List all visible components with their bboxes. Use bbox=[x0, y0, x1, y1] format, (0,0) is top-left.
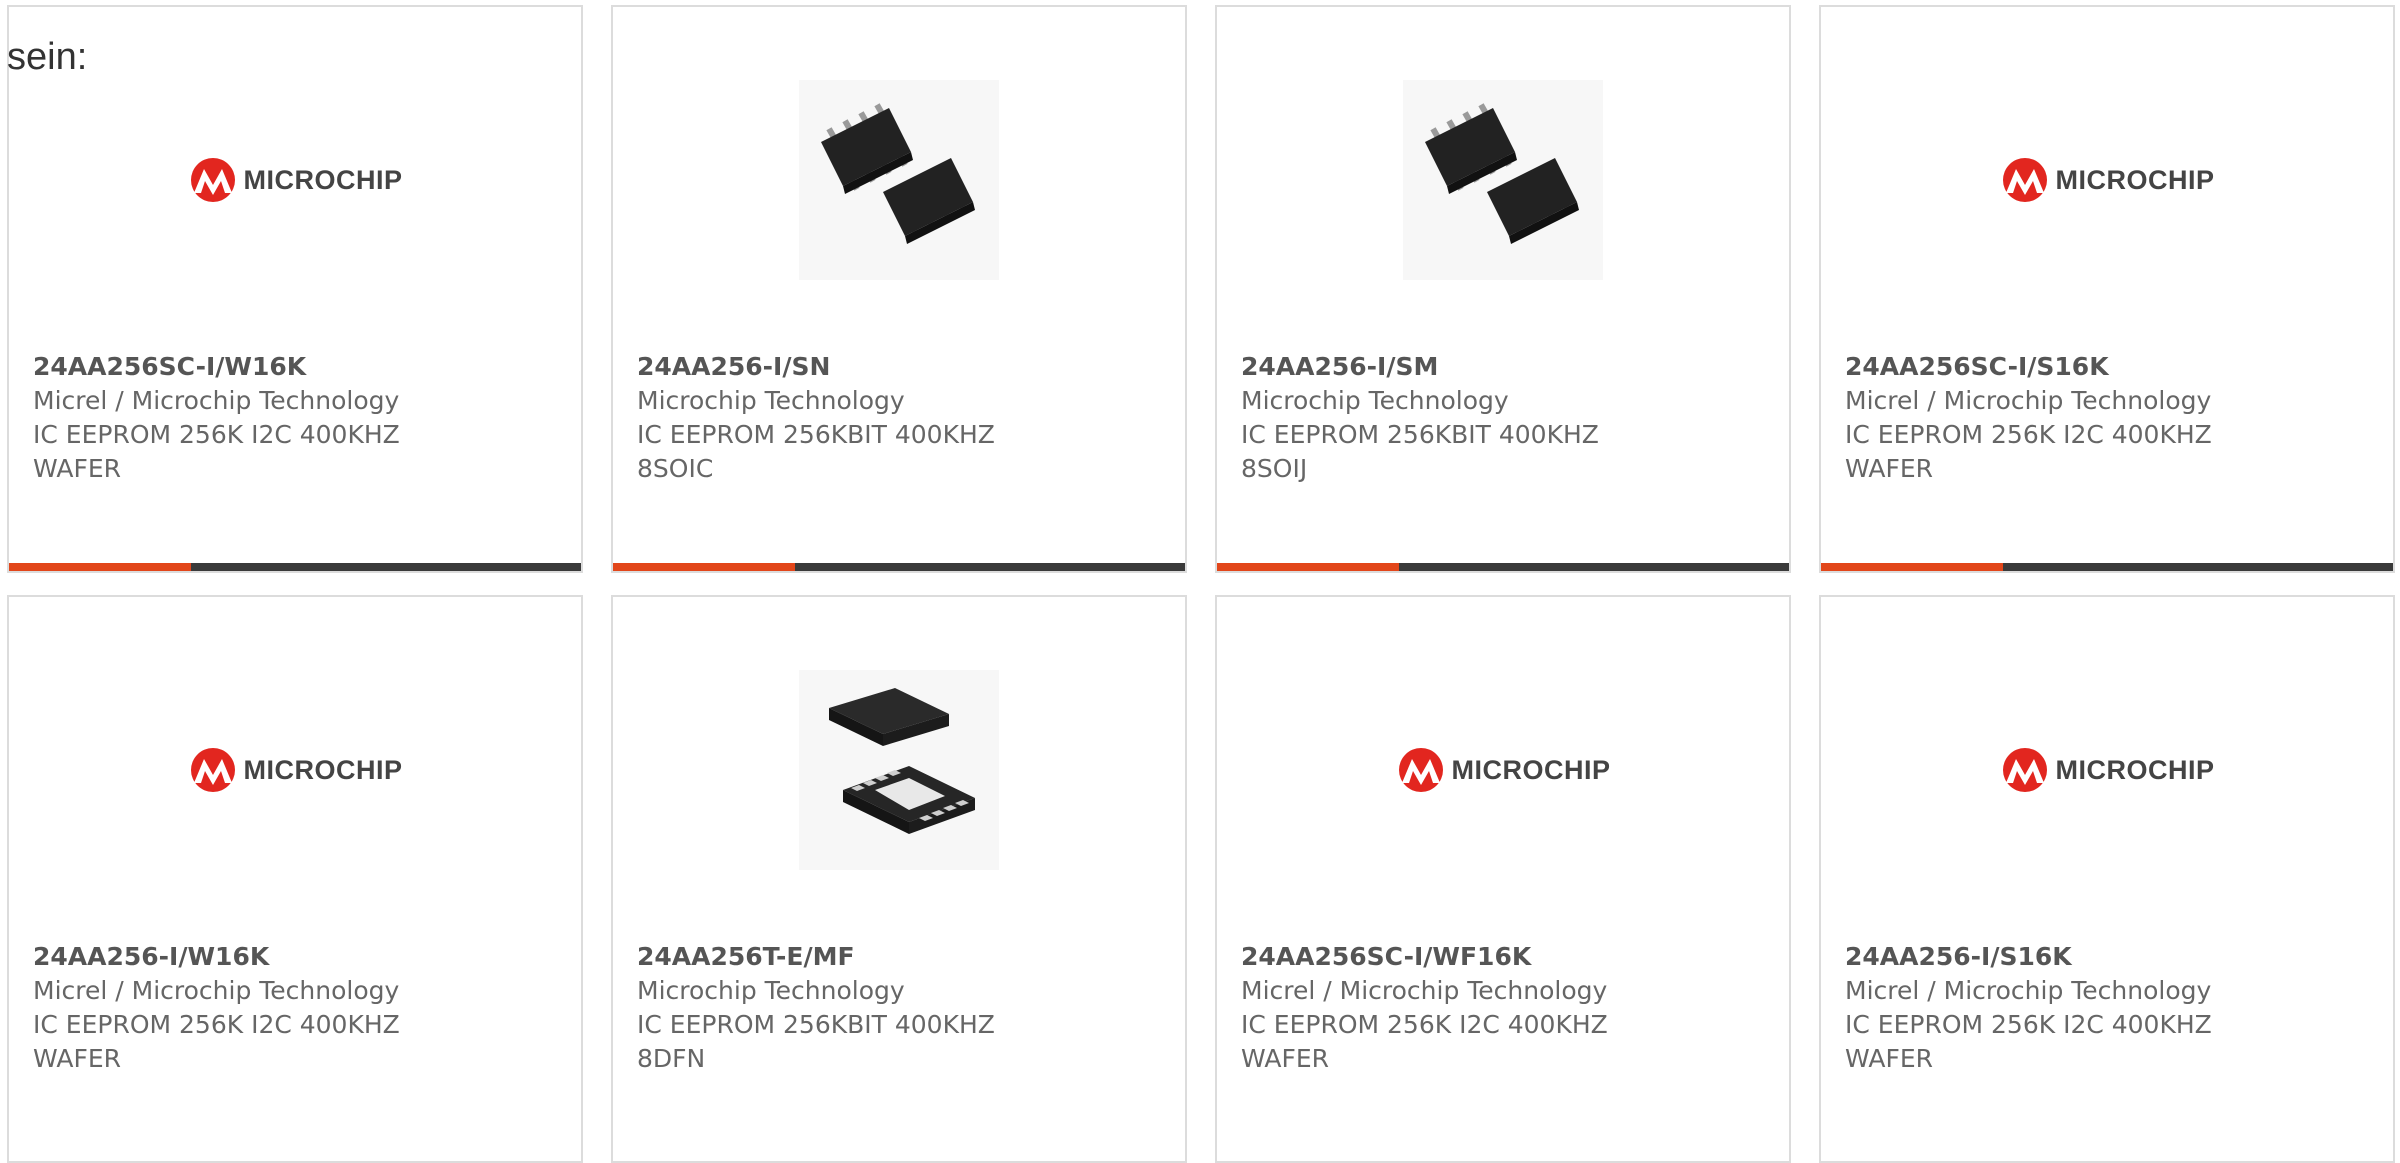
description: IC EEPROM 256KBIT 400KHZ 8DFN bbox=[637, 1010, 995, 1073]
card-footer-bar bbox=[1821, 563, 2393, 571]
description: IC EEPROM 256K I2C 400KHZ WAFER bbox=[33, 420, 400, 483]
product-image bbox=[613, 665, 1185, 875]
product-image: MICROCHIP bbox=[1821, 75, 2393, 285]
product-image: MICROCHIP bbox=[1217, 665, 1789, 875]
part-number[interactable]: 24AA256-I/S16K bbox=[1845, 940, 2265, 974]
manufacturer: Micrel / Microchip Technology bbox=[1241, 976, 1608, 1005]
microchip-logo: MICROCHIP bbox=[188, 747, 403, 793]
manufacturer: Micrel / Microchip Technology bbox=[33, 386, 400, 415]
product-card[interactable]: MICROCHIP 24AA256SC-I/S16K Micrel / Micr… bbox=[1819, 5, 2395, 573]
microchip-logo-icon bbox=[190, 748, 235, 792]
card-accent bbox=[613, 563, 795, 571]
product-image: MICROCHIP bbox=[1821, 665, 2393, 875]
product-card[interactable]: 24AA256-I/SM Microchip Technology IC EEP… bbox=[1215, 5, 1791, 573]
description: IC EEPROM 256K I2C 400KHZ WAFER bbox=[1845, 1010, 2212, 1073]
microchip-logo-icon bbox=[1398, 748, 1443, 792]
logo-text: MICROCHIP bbox=[243, 754, 403, 785]
product-image: MICROCHIP bbox=[9, 665, 581, 875]
card-accent bbox=[9, 563, 191, 571]
part-number[interactable]: 24AA256SC-I/S16K bbox=[1845, 350, 2265, 384]
logo-text: MICROCHIP bbox=[2055, 164, 2215, 195]
microchip-logo-icon bbox=[190, 158, 235, 202]
manufacturer: Microchip Technology bbox=[1241, 386, 1509, 415]
product-card[interactable]: MICROCHIP 24AA256-I/S16K Micrel / Microc… bbox=[1819, 595, 2395, 1163]
description: IC EEPROM 256K I2C 400KHZ WAFER bbox=[1241, 1010, 1608, 1073]
logo-text: MICROCHIP bbox=[1451, 754, 1611, 785]
product-image bbox=[613, 75, 1185, 285]
part-number[interactable]: 24AA256-I/SN bbox=[637, 350, 1057, 384]
product-card[interactable]: MICROCHIP 24AA256-I/W16K Micrel / Microc… bbox=[7, 595, 583, 1163]
part-number[interactable]: 24AA256SC-I/WF16K bbox=[1241, 940, 1661, 974]
product-card[interactable]: MICROCHIP 24AA256SC-I/W16K Micrel / Micr… bbox=[7, 5, 583, 573]
manufacturer: Micrel / Microchip Technology bbox=[33, 976, 400, 1005]
part-number[interactable]: 24AA256-I/W16K bbox=[33, 940, 453, 974]
product-image: MICROCHIP bbox=[9, 75, 581, 285]
card-accent bbox=[1217, 563, 1399, 571]
microchip-logo: MICROCHIP bbox=[2000, 747, 2215, 793]
description: IC EEPROM 256K I2C 400KHZ WAFER bbox=[1845, 420, 2212, 483]
card-footer-bar bbox=[1217, 563, 1789, 571]
description: IC EEPROM 256KBIT 400KHZ 8SOIC bbox=[637, 420, 995, 483]
part-number[interactable]: 24AA256T-E/MF bbox=[637, 940, 1057, 974]
microchip-logo-icon bbox=[2002, 158, 2047, 202]
logo-text: MICROCHIP bbox=[2055, 754, 2215, 785]
part-number[interactable]: 24AA256-I/SM bbox=[1241, 350, 1661, 384]
product-image bbox=[1217, 75, 1789, 285]
manufacturer: Micrel / Microchip Technology bbox=[1845, 386, 2212, 415]
card-accent bbox=[1821, 563, 2003, 571]
microchip-logo: MICROCHIP bbox=[2000, 157, 2215, 203]
description: IC EEPROM 256KBIT 400KHZ 8SOIJ bbox=[1241, 420, 1599, 483]
card-footer-bar bbox=[9, 563, 581, 571]
manufacturer: Microchip Technology bbox=[637, 976, 905, 1005]
soic-chip-photo bbox=[799, 80, 999, 280]
microchip-logo: MICROCHIP bbox=[188, 157, 403, 203]
microchip-logo: MICROCHIP bbox=[1396, 747, 1611, 793]
microchip-logo-icon bbox=[2002, 748, 2047, 792]
manufacturer: Micrel / Microchip Technology bbox=[1845, 976, 2212, 1005]
product-card[interactable]: 24AA256T-E/MF Microchip Technology IC EE… bbox=[611, 595, 1187, 1163]
product-card[interactable]: MICROCHIP 24AA256SC-I/WF16K Micrel / Mic… bbox=[1215, 595, 1791, 1163]
manufacturer: Microchip Technology bbox=[637, 386, 905, 415]
soic-chip-photo bbox=[1403, 80, 1603, 280]
logo-text: MICROCHIP bbox=[243, 164, 403, 195]
card-footer-bar bbox=[613, 563, 1185, 571]
intro-text: sein: bbox=[7, 36, 88, 78]
product-card[interactable]: 24AA256-I/SN Microchip Technology IC EEP… bbox=[611, 5, 1187, 573]
part-number[interactable]: 24AA256SC-I/W16K bbox=[33, 350, 453, 384]
description: IC EEPROM 256K I2C 400KHZ WAFER bbox=[33, 1010, 400, 1073]
dfn-chip-photo bbox=[799, 670, 999, 870]
